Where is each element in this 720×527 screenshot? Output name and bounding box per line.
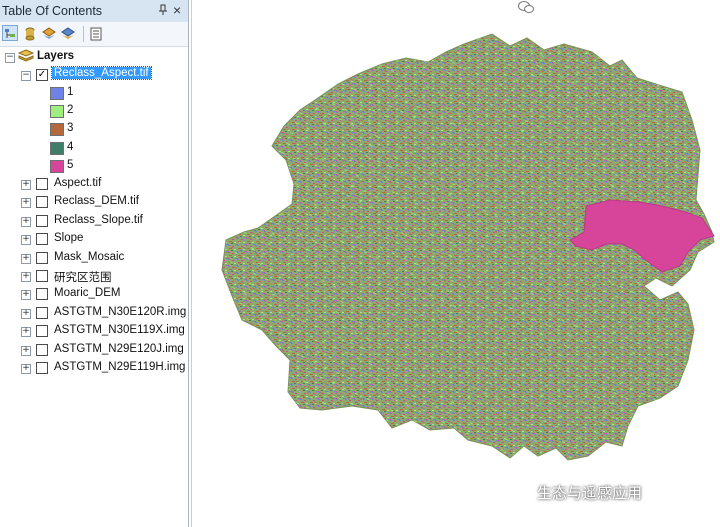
layers-root-label: Layers (37, 50, 75, 62)
layer-item[interactable]: + Mask_Mosaic (0, 249, 188, 267)
layer-visibility-checkbox[interactable] (36, 251, 48, 264)
layer-visibility-checkbox[interactable] (36, 306, 48, 319)
legend-class-label: 1 (67, 86, 74, 98)
expand-layer-icon[interactable]: + (21, 345, 31, 356)
layer-item[interactable]: + ASTGTM_N29E120J.img (0, 341, 188, 359)
layer-label[interactable]: ASTGTM_N30E119X.img (54, 324, 185, 336)
expand-layer-icon[interactable]: + (21, 327, 31, 338)
layer-visibility-checkbox[interactable] (36, 343, 48, 356)
layer-item[interactable]: + Slope (0, 230, 188, 248)
toc-titlebar: Table Of Contents × (0, 0, 188, 23)
legend-class-label: 3 (67, 122, 74, 135)
list-by-drawing-order-icon[interactable] (2, 25, 18, 41)
legend-swatch[interactable] (50, 159, 64, 173)
layer-visibility-checkbox[interactable] (36, 214, 48, 227)
layer-item[interactable]: + Aspect.tif (0, 175, 188, 193)
legend-class-label: 5 (67, 158, 74, 171)
legend-swatch[interactable] (50, 105, 64, 119)
list-by-selection-icon[interactable] (59, 25, 75, 41)
layer-item[interactable]: + 研究区范围 (0, 267, 188, 285)
expand-layer-icon[interactable]: + (21, 216, 31, 227)
layer-visibility-checkbox[interactable] (36, 325, 48, 338)
layers-icon (17, 49, 35, 66)
legend-class-row[interactable]: 1 (0, 84, 188, 102)
toc-title: Table Of Contents (2, 4, 103, 18)
layer-label[interactable]: ASTGTM_N30E120R.img (54, 306, 186, 318)
legend-class-row[interactable]: 4 (0, 139, 188, 157)
expand-layer-icon[interactable]: + (21, 272, 31, 282)
layer-visibility-checkbox[interactable] (36, 270, 48, 282)
legend-class-row[interactable]: 3 (0, 120, 188, 138)
layer-visibility-checkbox[interactable] (36, 233, 48, 246)
expand-layer-icon[interactable]: + (21, 308, 31, 319)
expand-layer-icon[interactable]: + (21, 180, 31, 190)
list-by-visibility-icon[interactable] (40, 25, 56, 41)
expand-layer-icon[interactable]: + (21, 235, 31, 246)
layer-label[interactable]: Mask_Mosaic (54, 251, 124, 263)
layer-item[interactable]: + ASTGTM_N30E120R.img (0, 304, 188, 322)
legend-class-label: 4 (67, 140, 74, 153)
layer-label[interactable]: Reclass_DEM.tif (54, 195, 139, 207)
layer-item[interactable]: + ASTGTM_N29E119H.img (0, 359, 188, 377)
map-view[interactable]: 生态与遥感应用 (191, 0, 720, 527)
list-by-source-icon[interactable] (21, 25, 37, 41)
close-icon[interactable]: × (173, 2, 181, 18)
legend-swatch[interactable] (50, 123, 64, 137)
expand-layer-icon[interactable]: + (21, 290, 31, 301)
layers-root[interactable]: − Layers (0, 48, 188, 66)
layer-label[interactable]: Aspect.tif (54, 177, 101, 189)
layer-visibility-checkbox[interactable] (36, 362, 48, 374)
expand-layer-icon[interactable]: + (21, 198, 31, 209)
collapse-layers-icon[interactable]: − (5, 53, 15, 63)
wechat-icon (518, 1, 534, 13)
layer-visibility-checkbox[interactable]: ✓ (36, 69, 48, 81)
table-of-contents-panel: Table Of Contents × − Layers − ✓ Reclass… (0, 0, 189, 527)
layer-item-reclass-aspect[interactable]: − ✓ Reclass_Aspect.tif (0, 66, 188, 84)
legend-class-row[interactable]: 2 (0, 102, 188, 120)
expand-layer-icon[interactable]: + (21, 364, 31, 374)
legend-swatch[interactable] (50, 141, 64, 155)
collapse-layer-icon[interactable]: − (21, 71, 31, 81)
pin-icon[interactable] (158, 4, 168, 19)
layer-visibility-checkbox[interactable] (36, 196, 48, 209)
layer-label[interactable]: Reclass_Slope.tif (54, 214, 143, 226)
expand-layer-icon[interactable]: + (21, 253, 31, 264)
layer-item[interactable]: + Reclass_DEM.tif (0, 193, 188, 211)
legend-swatch[interactable] (50, 87, 64, 100)
toc-toolbar (0, 22, 188, 47)
layer-label[interactable]: 研究区范围 (54, 269, 112, 285)
toolbar-separator (83, 26, 84, 42)
options-icon[interactable] (87, 25, 103, 41)
legend-class-row[interactable]: 5 (0, 157, 188, 175)
layer-label[interactable]: Slope (54, 232, 83, 244)
layer-label[interactable]: ASTGTM_N29E119H.img (54, 361, 185, 373)
raster-map[interactable] (192, 0, 720, 527)
layer-item[interactable]: + Reclass_Slope.tif (0, 212, 188, 230)
layer-visibility-checkbox[interactable] (36, 178, 48, 190)
layer-label[interactable]: Reclass_Aspect.tif (51, 66, 152, 80)
layer-label[interactable]: ASTGTM_N29E120J.img (54, 343, 184, 355)
watermark-text: 生态与遥感应用 (537, 485, 643, 502)
layer-label[interactable]: Moaric_DEM (54, 287, 120, 299)
layer-visibility-checkbox[interactable] (36, 288, 48, 301)
legend-class-label: 2 (67, 104, 74, 117)
layer-item[interactable]: + Moaric_DEM (0, 285, 188, 303)
layer-item[interactable]: + ASTGTM_N30E119X.img (0, 322, 188, 340)
